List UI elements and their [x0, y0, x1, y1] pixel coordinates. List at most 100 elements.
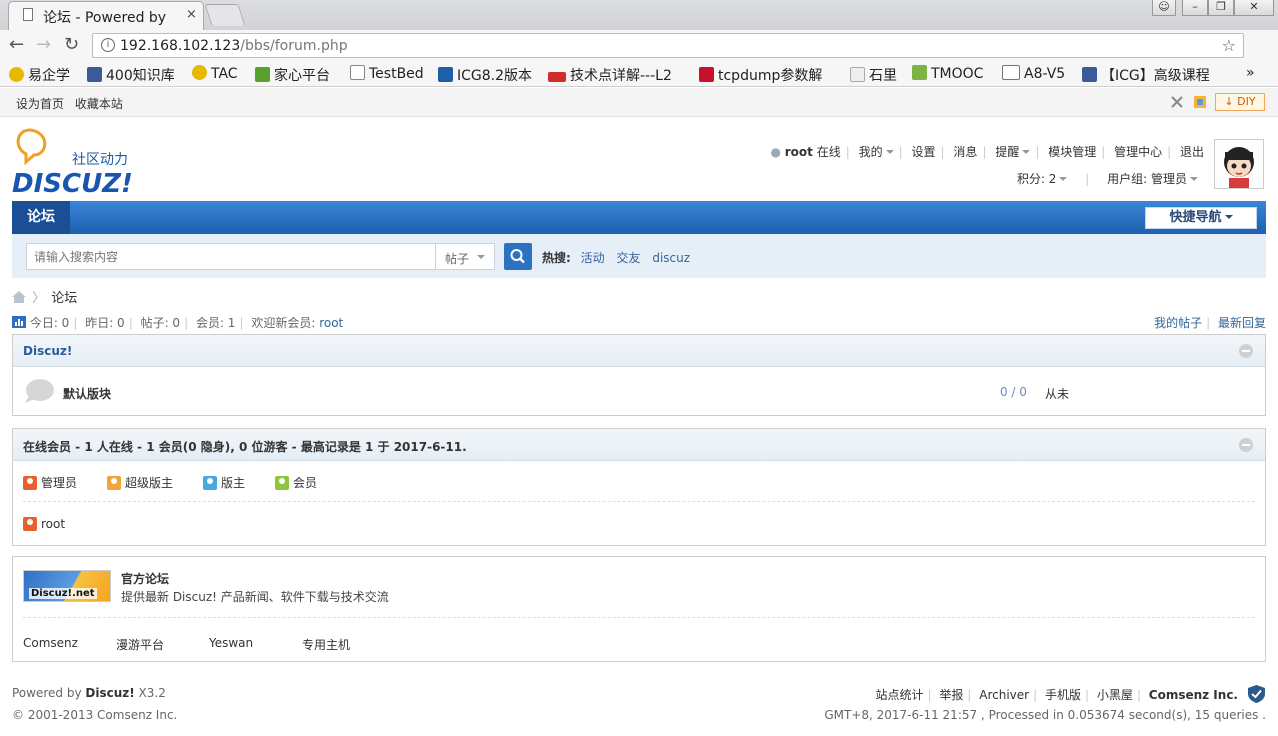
bookmark-item[interactable]: 易企学 — [9, 65, 70, 85]
bookmark-site-link[interactable]: 收藏本站 — [75, 97, 123, 111]
mobile-link[interactable]: 手机版 — [1045, 688, 1081, 702]
category-title[interactable]: Discuz! — [23, 344, 72, 358]
style-switch-icon[interactable] — [1193, 95, 1207, 109]
info-icon[interactable]: i — [101, 38, 115, 52]
blacklist-link[interactable]: 小黑屋 — [1097, 688, 1133, 702]
diy-arrow-icon: ↓ — [1224, 95, 1234, 108]
bookmark-star-icon[interactable]: ☆ — [1222, 36, 1236, 55]
set-homepage-link[interactable]: 设为首页 — [16, 97, 64, 111]
footer-links: 站点统计 | 举报 | Archiver | 手机版 | 小黑屋 | Comsenz In… — [875, 688, 1238, 702]
comsenz-link[interactable]: Comsenz Inc. — [1149, 688, 1238, 702]
credits-menu[interactable]: 积分: 2 — [1017, 172, 1068, 186]
friend-link[interactable]: 专用主机 — [302, 636, 350, 653]
browser-toolbar: ← → ↻ i 192.168.102.123/bbs/forum.php ☆ … — [0, 30, 1278, 82]
chevron-down-icon — [1224, 215, 1233, 219]
bookmark-item[interactable]: 家心平台 — [255, 65, 330, 85]
friend-link[interactable]: 漫游平台 — [116, 636, 164, 653]
breadcrumb: 〉 论坛 — [12, 287, 77, 306]
collapse-icon[interactable] — [1239, 438, 1253, 452]
chevron-down-icon — [477, 255, 485, 259]
close-tab-icon[interactable]: × — [186, 7, 197, 22]
search-icon — [510, 249, 525, 264]
bookmark-item[interactable]: ICG8.2版本 — [438, 65, 532, 85]
module-manage-link[interactable]: 模块管理 — [1048, 145, 1096, 159]
reload-icon[interactable]: ↻ — [64, 34, 79, 55]
hot-keyword[interactable]: 交友 — [616, 251, 640, 265]
discuz-banner[interactable]: Discuz!.net — [23, 570, 111, 602]
breadcrumb-current[interactable]: 论坛 — [51, 291, 77, 306]
new-tab-button[interactable] — [204, 4, 246, 26]
bookmark-item[interactable]: 【ICG】高级课程 — [1082, 65, 1222, 85]
legend-super-mod: 超级版主 — [107, 474, 173, 491]
site-stats-link[interactable]: 站点统计 — [875, 688, 923, 702]
hot-keyword[interactable]: 活动 — [581, 251, 605, 265]
hot-keyword[interactable]: discuz — [652, 251, 690, 265]
stat-members: 会员: 1 — [195, 316, 236, 330]
online-members: 在线会员 - 1 人在线 - 1 会员(0 隐身), 0 位游客 - 最高记录是… — [12, 428, 1266, 546]
forum-name-link[interactable]: 默认版块 — [63, 385, 111, 402]
online-status[interactable]: 在线 — [817, 145, 841, 159]
bookmark-item[interactable]: A8-V5 — [1002, 65, 1065, 82]
legend-admin: 管理员 — [23, 474, 77, 491]
messages-link[interactable]: 消息 — [953, 145, 977, 159]
site-top-strip: 设为首页 收藏本站 ↓ DIY — [0, 88, 1278, 117]
chevron-down-icon — [1022, 150, 1031, 154]
usergroup-menu[interactable]: 用户组: 管理员 — [1107, 172, 1198, 186]
my-menu[interactable]: 我的 — [859, 145, 894, 159]
bookmark-item[interactable]: 技术点详解---L2 — [548, 65, 688, 85]
report-link[interactable]: 举报 — [939, 688, 963, 702]
user-stats-nav: 积分: 2 | 用户组: 管理员 — [1017, 170, 1198, 187]
logo-tagline: 社区动力 — [72, 152, 128, 168]
friend-link[interactable]: Yeswan — [209, 636, 253, 650]
official-forum-link[interactable]: 官方论坛 — [121, 570, 169, 587]
search-button[interactable] — [504, 243, 532, 270]
bookmarks-overflow-icon[interactable]: » — [1246, 65, 1255, 81]
bookmark-item[interactable]: tcpdump参数解 — [699, 65, 835, 85]
bookmark-item[interactable]: 400知识库 — [87, 65, 175, 85]
quick-nav-button[interactable]: 快捷导航 — [1145, 207, 1257, 229]
admin-user-icon — [23, 476, 37, 490]
home-icon[interactable] — [12, 291, 26, 306]
settings-link[interactable]: 设置 — [912, 145, 936, 159]
username-link[interactable]: root — [785, 145, 813, 159]
restore-button[interactable]: ❐ — [1208, 0, 1234, 16]
bookmark-icon — [850, 67, 865, 82]
logo-wordmark: DISCUZ! — [12, 169, 133, 196]
minimize-button[interactable]: – — [1182, 0, 1208, 16]
user-icon[interactable]: ☺ — [1152, 0, 1176, 16]
discuz-link[interactable]: Discuz! — [85, 686, 134, 700]
notifications-menu[interactable]: 提醒 — [995, 145, 1031, 159]
diy-button[interactable]: ↓ DIY — [1215, 93, 1265, 111]
bookmark-item[interactable]: TestBed — [350, 65, 424, 82]
breadcrumb-separator: 〉 — [32, 291, 46, 306]
close-window-button[interactable]: ✕ — [1234, 0, 1274, 16]
friend-links: Discuz!.net 官方论坛 提供最新 Discuz! 产品新闻、软件下载与… — [12, 556, 1266, 662]
user-icon: ● — [770, 145, 781, 159]
bookmark-item[interactable]: TAC — [192, 65, 238, 82]
online-member-root[interactable]: root — [23, 517, 65, 531]
search-input[interactable] — [26, 243, 436, 270]
back-icon[interactable]: ← — [9, 34, 24, 55]
online-title[interactable]: 在线会员 - 1 人在线 - 1 会员(0 隐身), 0 位游客 - 最高记录是… — [23, 440, 467, 454]
address-bar[interactable]: i 192.168.102.123/bbs/forum.php ☆ — [92, 33, 1244, 58]
site-logo[interactable]: 社区动力 DISCUZ! — [12, 126, 152, 199]
friend-link[interactable]: Comsenz — [23, 636, 78, 650]
browser-tab[interactable]: 论坛 - Powered by × — [8, 1, 204, 30]
admin-center-link[interactable]: 管理中心 — [1114, 145, 1162, 159]
stat-yesterday: 昨日: 0 — [85, 316, 125, 330]
bookmark-item[interactable]: 石里 — [850, 65, 897, 85]
logout-link[interactable]: 退出 — [1180, 145, 1204, 159]
bookmark-item[interactable]: TMOOC — [912, 65, 983, 82]
nav-item-forum[interactable]: 论坛 — [12, 201, 70, 234]
forward-icon[interactable]: → — [36, 34, 51, 55]
stat-posts: 帖子: 0 — [140, 316, 181, 330]
latest-replies-link[interactable]: 最新回复 — [1218, 316, 1266, 330]
archiver-link[interactable]: Archiver — [979, 688, 1029, 702]
my-posts-link[interactable]: 我的帖子 — [1154, 316, 1202, 330]
shield-icon[interactable] — [1248, 685, 1265, 703]
avatar[interactable] — [1214, 139, 1264, 189]
search-type-select[interactable]: 帖子 — [435, 243, 495, 270]
new-member-link[interactable]: root — [319, 316, 343, 330]
collapse-icon[interactable] — [1239, 344, 1253, 358]
switch-width-icon[interactable] — [1170, 95, 1184, 109]
